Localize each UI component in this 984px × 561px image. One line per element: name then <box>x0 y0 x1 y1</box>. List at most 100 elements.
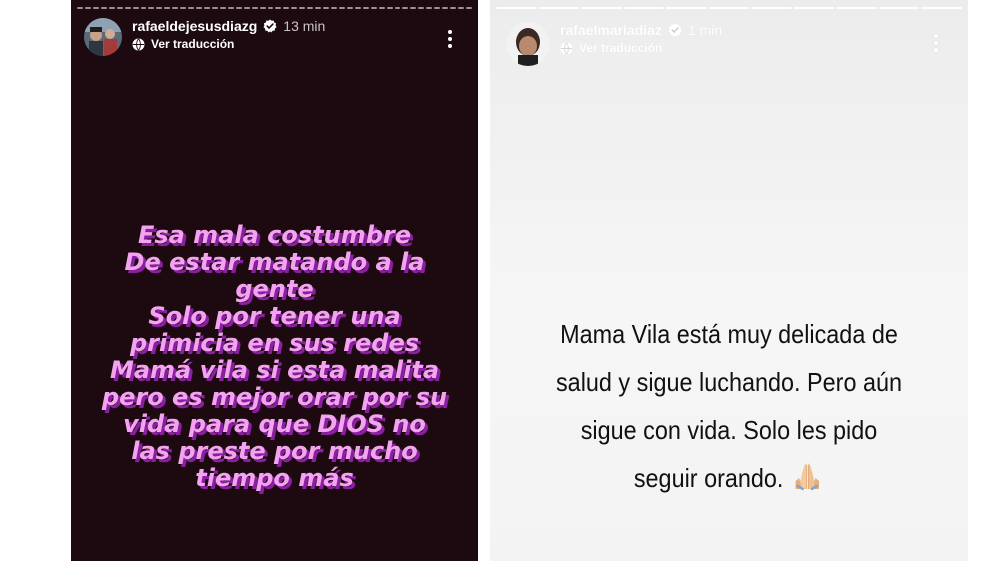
progress-segment <box>148 7 155 9</box>
progress-segment <box>836 7 877 9</box>
more-options-icon[interactable] <box>440 26 460 52</box>
progress-segment <box>275 7 282 9</box>
progress-segment <box>410 7 417 9</box>
username[interactable]: rafaelmariadiaz <box>560 22 662 38</box>
translate-label: Ver traducción <box>151 37 235 51</box>
progress-segment <box>426 7 433 9</box>
progress-segment <box>196 7 202 9</box>
progress-segment <box>793 7 835 9</box>
progress-segment <box>496 7 537 9</box>
progress-segment <box>323 7 329 9</box>
progress-segment <box>386 7 393 9</box>
username[interactable]: rafaeldejesusdiazg <box>132 18 257 34</box>
story-progress-bar <box>496 7 963 10</box>
verified-badge-icon <box>668 23 682 37</box>
progress-segment <box>708 7 750 9</box>
progress-segment <box>538 7 580 9</box>
progress-segment <box>267 7 274 9</box>
story-text-line: pero es mejor orar por su <box>101 383 448 411</box>
folded-hands-icon <box>795 463 819 491</box>
progress-segment <box>84 7 91 9</box>
story-text-line-last: seguir orando. <box>532 454 926 502</box>
story-left[interactable]: rafaeldejesusdiazg 13 min Ver traducción… <box>71 0 478 561</box>
post-time: 13 min <box>283 18 326 34</box>
avatar[interactable] <box>506 22 550 66</box>
story-text-line: salud y sigue luchando. Pero aún <box>555 367 903 397</box>
story-progress-bar <box>77 7 472 10</box>
progress-segment <box>92 7 99 9</box>
progress-segment <box>331 7 337 9</box>
story-text-line: gente <box>235 275 314 303</box>
progress-segment <box>465 7 472 9</box>
post-time: 1 min <box>687 22 723 38</box>
progress-segment <box>100 7 107 9</box>
story-text-line: las preste por mucho <box>131 437 418 465</box>
progress-segment <box>315 7 322 9</box>
progress-segment <box>291 7 298 9</box>
story-text: Esa mala costumbre De estar matando a la… <box>81 222 468 492</box>
progress-segment <box>77 7 83 9</box>
translate-link[interactable]: Ver traducción <box>560 41 722 55</box>
story-text-line: Esa mala costumbre <box>137 221 412 249</box>
progress-segment <box>235 7 242 9</box>
progress-segment <box>172 7 179 9</box>
progress-segment <box>219 7 226 9</box>
progress-segment <box>394 7 401 9</box>
progress-segment <box>108 7 115 9</box>
progress-segment <box>204 7 210 9</box>
story-header: rafaeldejesusdiazg 13 min Ver traducción <box>84 18 325 56</box>
progress-segment <box>666 7 707 9</box>
progress-segment <box>180 7 187 9</box>
progress-segment <box>338 7 345 9</box>
progress-segment <box>581 7 622 9</box>
progress-segment <box>921 7 963 9</box>
progress-segment <box>156 7 163 9</box>
progress-segment <box>362 7 369 9</box>
progress-segment <box>346 7 353 9</box>
progress-segment <box>442 7 449 9</box>
story-text-line: seguir orando. <box>633 463 784 493</box>
progress-segment <box>243 7 250 9</box>
progress-segment <box>132 7 139 9</box>
progress-segment <box>434 7 441 9</box>
progress-segment <box>402 7 409 9</box>
progress-segment <box>378 7 385 9</box>
story-text-line: vida para que DIOS no <box>123 410 426 438</box>
story-text-line: Mama Vila está muy delicada de <box>560 319 898 349</box>
translate-icon <box>560 41 573 55</box>
progress-segment <box>251 7 258 9</box>
progress-segment <box>354 7 361 9</box>
story-text-line: sigue con vida. Solo les pido <box>580 415 878 445</box>
story-right[interactable]: rafaelmariadiaz 1 min Ver traducción Mam… <box>490 0 968 561</box>
progress-segment <box>370 7 377 9</box>
progress-segment <box>211 7 218 9</box>
progress-segment <box>623 7 665 9</box>
translate-icon <box>132 37 145 51</box>
story-text-line: tiempo más <box>195 464 354 492</box>
progress-segment <box>283 7 290 9</box>
translate-link[interactable]: Ver traducción <box>132 37 325 51</box>
progress-segment <box>878 7 920 9</box>
progress-segment <box>124 7 131 9</box>
story-header: rafaelmariadiaz 1 min Ver traducción <box>506 22 722 66</box>
progress-segment <box>227 7 234 9</box>
progress-segment <box>140 7 147 9</box>
story-text-line: Solo por tener una <box>148 302 401 330</box>
more-options-icon[interactable] <box>926 30 946 56</box>
story-text-line: primicia en sus redes <box>129 329 420 357</box>
progress-segment <box>751 7 792 9</box>
story-text: Mama Vila está muy delicada de salud y s… <box>532 310 926 502</box>
verified-badge-icon <box>263 19 277 33</box>
progress-segment <box>450 7 456 9</box>
progress-segment <box>188 7 195 9</box>
story-text-line: De estar matando a la <box>124 248 425 276</box>
avatar[interactable] <box>84 18 122 56</box>
story-text-line: Mamá vila si esta malita <box>109 356 440 384</box>
translate-label: Ver traducción <box>579 41 663 55</box>
progress-segment <box>299 7 306 9</box>
progress-segment <box>116 7 123 9</box>
progress-segment <box>259 7 266 9</box>
progress-segment <box>458 7 464 9</box>
progress-segment <box>418 7 425 9</box>
progress-segment <box>307 7 314 9</box>
